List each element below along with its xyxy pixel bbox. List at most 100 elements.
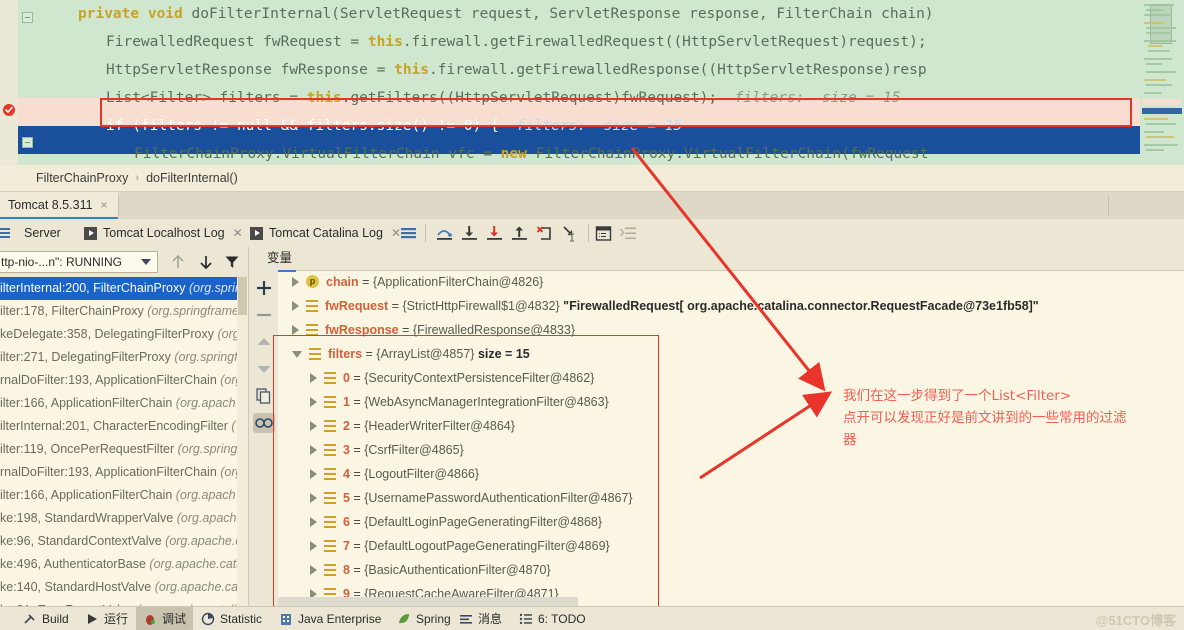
minus-icon[interactable]: [255, 306, 273, 324]
leaf-icon: [397, 612, 411, 626]
status-bar-item-run[interactable]: 运行: [78, 607, 135, 630]
chevron-right-icon[interactable]: [292, 300, 299, 311]
frame-list-item[interactable]: ilter:166, ApplicationFilterChain (org.a…: [0, 392, 248, 415]
variable-row[interactable]: 5 = {UsernamePasswordAuthenticationFilte…: [278, 486, 1184, 510]
frame-list-item[interactable]: ilterInternal:201, CharacterEncodingFilt…: [0, 415, 248, 438]
frame-list-item[interactable]: ilter:166, ApplicationFilterChain (org.a…: [0, 484, 248, 507]
variable-row[interactable]: filters = {ArrayList@4857} size = 15: [278, 342, 1184, 366]
frame-list-item[interactable]: ilter:271, DelegatingFilterProxy (org.sp…: [0, 346, 248, 369]
variable-row[interactable]: fwResponse = {FirewalledResponse@4833}: [278, 318, 1184, 342]
arrow-down-icon[interactable]: [198, 254, 214, 270]
status-bar-item-spring[interactable]: Spring: [390, 607, 458, 630]
chevron-right-icon[interactable]: [310, 468, 317, 479]
variable-row[interactable]: fwRequest = {StrictHttpFirewall$1@4832} …: [278, 294, 1184, 318]
frame-list-item[interactable]: ke:96, StandardContextValve (org.apache.…: [0, 530, 248, 553]
watches-icon[interactable]: [253, 413, 275, 433]
close-icon[interactable]: ×: [101, 198, 108, 212]
frame-list-item[interactable]: ilter:119, OncePerRequestFilter (org.spr…: [0, 438, 248, 461]
fold-marker[interactable]: [22, 12, 33, 23]
down-icon[interactable]: [255, 360, 273, 378]
layout-lines-icon[interactable]: [0, 225, 13, 242]
filter-icon[interactable]: [224, 254, 240, 270]
status-bar-item-messages[interactable]: 消息: [452, 607, 509, 630]
variable-row[interactable]: p chain = {ApplicationFilterChain@4826}: [278, 270, 1184, 294]
editor-gutter[interactable]: [0, 0, 18, 165]
fold-marker[interactable]: [22, 137, 33, 148]
lines-icon[interactable]: [400, 225, 417, 242]
status-bar-item-debug[interactable]: 调试: [136, 607, 194, 630]
step-over-icon[interactable]: [436, 225, 453, 242]
list-icon: [324, 419, 336, 432]
frame-list-item[interactable]: rnalDoFilter:193, ApplicationFilterChain…: [0, 461, 248, 484]
list-icon: [324, 371, 336, 384]
frames-panel[interactable]: ttp-nio-...n": RUNNING ilterInternal:200…: [0, 247, 249, 607]
chevron-right-icon[interactable]: [310, 444, 317, 455]
variable-value: {UsernamePasswordAuthenticationFilter@48…: [364, 491, 633, 505]
variable-name: 5: [343, 491, 350, 505]
force-step-into-icon[interactable]: [486, 225, 503, 242]
chevron-down-icon[interactable]: [292, 350, 302, 358]
frame-package: (org.springf: [174, 350, 238, 364]
variable-name: 7: [343, 539, 350, 553]
breadcrumb-method[interactable]: doFilterInternal(): [146, 171, 238, 185]
drop-frame-icon[interactable]: [536, 225, 553, 242]
chevron-right-icon[interactable]: [310, 516, 317, 527]
up-icon[interactable]: [255, 333, 273, 351]
console-tab-tomcat-localhost-log[interactable]: Tomcat Localhost Log ✕: [84, 219, 243, 247]
annotation-line-1: 我们在这一步得到了一个List<Filter>: [843, 388, 1072, 404]
frame-list-item[interactable]: ke:496, AuthenticatorBase (org.apache.ca…: [0, 553, 248, 576]
breadcrumb[interactable]: FilterChainProxy › doFilterInternal(): [0, 165, 1184, 192]
step-into-icon[interactable]: [461, 225, 478, 242]
step-out-icon[interactable]: [511, 225, 528, 242]
console-tab-server[interactable]: Server: [24, 219, 61, 247]
chevron-right-icon[interactable]: [310, 492, 317, 503]
frame-list-item[interactable]: keDelegate:358, DelegatingFilterProxy (o…: [0, 323, 248, 346]
arrow-up-icon[interactable]: [170, 254, 186, 270]
variable-name: filters: [328, 347, 363, 361]
variable-row[interactable]: 6 = {DefaultLoginPageGeneratingFilter@48…: [278, 510, 1184, 534]
frame-list-item[interactable]: ilterInternal:200, FilterChainProxy (org…: [0, 277, 248, 300]
chevron-right-icon[interactable]: [292, 276, 299, 287]
frame-list-item[interactable]: ilter:178, FilterChainProxy (org.springf…: [0, 300, 248, 323]
chevron-right-icon[interactable]: [310, 540, 317, 551]
annotation-line-2: 点开可以发现正好是前文讲到的一些常用的过滤: [843, 410, 1127, 426]
frame-list-item[interactable]: ke:140, StandardHostValve (org.apache.ca…: [0, 576, 248, 599]
status-bar-item-java-enterprise[interactable]: Java Enterprise: [272, 607, 388, 630]
code-editor[interactable]: private void doFilterInternal(ServletReq…: [0, 0, 1184, 165]
chevron-right-icon[interactable]: [310, 564, 317, 575]
variable-row[interactable]: 4 = {LogoutFilter@4866}: [278, 462, 1184, 486]
chevron-right-icon[interactable]: [310, 420, 317, 431]
thread-selector[interactable]: ttp-nio-...n": RUNNING: [0, 251, 158, 273]
code-token: private void: [78, 6, 192, 22]
variable-row[interactable]: 7 = {DefaultLogoutPageGeneratingFilter@4…: [278, 534, 1184, 558]
frame-label: rnalDoFilter:193, ApplicationFilterChain: [0, 465, 221, 479]
status-bar-item-build[interactable]: Build: [16, 607, 76, 630]
evaluate-expression-icon[interactable]: [595, 225, 612, 242]
frame-list[interactable]: ilterInternal:200, FilterChainProxy (org…: [0, 277, 248, 607]
play-icon: [84, 226, 97, 240]
variable-value: {SecurityContextPersistenceFilter@4862}: [364, 371, 595, 385]
chevron-right-icon[interactable]: [292, 324, 299, 335]
tab-variables[interactable]: 变量: [263, 247, 297, 272]
scrollbar-thumb[interactable]: [238, 277, 247, 315]
editor-minimap[interactable]: [1140, 0, 1184, 165]
plus-icon[interactable]: [255, 279, 273, 297]
variable-row[interactable]: 8 = {BasicAuthenticationFilter@4870}: [278, 558, 1184, 582]
breadcrumb-class[interactable]: FilterChainProxy: [36, 171, 128, 185]
variable-value: {StrictHttpFirewall$1@4832}: [402, 299, 560, 313]
chevron-right-icon[interactable]: [310, 372, 317, 383]
console-toolbar: Server Tomcat Localhost Log ✕ Tomcat Cat…: [0, 219, 1184, 248]
console-tab-tomcat-catalina-log[interactable]: Tomcat Catalina Log ✕: [250, 219, 401, 247]
frame-list-item[interactable]: ke:198, StandardWrapperValve (org.apache: [0, 507, 248, 530]
status-bar-item-todo[interactable]: 6: TODO: [512, 607, 593, 630]
status-bar-item-statistic[interactable]: Statistic: [194, 607, 269, 630]
copy-icon[interactable]: [255, 387, 273, 405]
run-to-cursor-icon[interactable]: [561, 225, 578, 242]
chevron-right-icon[interactable]: [310, 396, 317, 407]
run-tab-tomcat[interactable]: Tomcat 8.5.311 ×: [0, 192, 118, 219]
frame-list-item[interactable]: rnalDoFilter:193, ApplicationFilterChain…: [0, 369, 248, 392]
close-icon[interactable]: ✕: [233, 226, 243, 240]
breakpoint-icon[interactable]: [2, 103, 16, 117]
frames-scrollbar[interactable]: [237, 277, 248, 607]
chevron-down-icon[interactable]: [141, 259, 151, 265]
